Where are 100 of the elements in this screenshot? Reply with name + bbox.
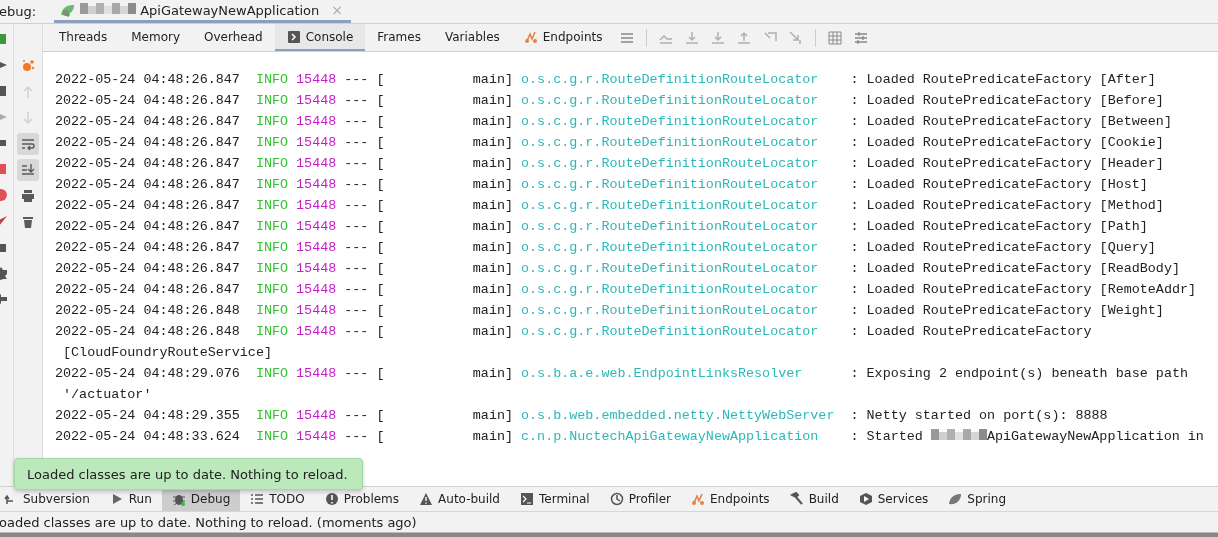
process-id: 15448 bbox=[296, 134, 338, 152]
tool-window-button[interactable]: Endpoints bbox=[680, 487, 780, 511]
log-timestamp: 2022-05-24 04:48:26.847 bbox=[55, 239, 241, 257]
process-id: 15448 bbox=[296, 176, 338, 194]
logger-name: o.s.b.web.embedded.netty.NettyWebServer bbox=[521, 407, 836, 425]
debug-label: ebug: bbox=[0, 3, 38, 21]
debugger-tab[interactable]: Threads bbox=[47, 24, 120, 51]
session-tab[interactable]: ApiGatewayNewApplication × bbox=[54, 0, 352, 23]
log-thread: --- [ main] bbox=[344, 92, 514, 110]
log-thread: --- [ main] bbox=[344, 260, 514, 278]
log-timestamp: 2022-05-24 04:48:26.847 bbox=[55, 260, 241, 278]
tool-window-button[interactable]: Terminal bbox=[510, 487, 600, 511]
process-id: 15448 bbox=[296, 239, 338, 257]
log-level: INFO bbox=[255, 155, 290, 173]
trash-icon bbox=[21, 215, 35, 229]
debugger-tab[interactable]: Variables bbox=[432, 24, 512, 51]
step-icon[interactable] bbox=[711, 30, 726, 45]
logger-name: o.s.c.g.r.RouteDefinitionRouteLocator bbox=[521, 281, 820, 299]
log-level: INFO bbox=[255, 113, 290, 131]
log-level: INFO bbox=[255, 176, 290, 194]
scroll-to-end-icon bbox=[21, 163, 35, 177]
hammer-icon bbox=[789, 492, 804, 506]
log-message: : Loaded RoutePredicateFactory [Between] bbox=[850, 114, 1172, 129]
step-icon[interactable] bbox=[685, 30, 700, 45]
table-icon[interactable] bbox=[828, 30, 843, 45]
tool-window-button[interactable]: Auto-build bbox=[409, 487, 510, 511]
process-id: 15448 bbox=[296, 113, 338, 131]
logger-name: o.s.c.g.r.RouteDefinitionRouteLocator bbox=[521, 239, 820, 257]
log-thread: --- [ main] bbox=[344, 113, 514, 131]
log-timestamp: 2022-05-24 04:48:26.847 bbox=[55, 134, 241, 152]
debugger-tab[interactable]: Endpoints bbox=[511, 24, 615, 51]
process-id: 15448 bbox=[296, 428, 338, 446]
log-thread: --- [ main] bbox=[344, 71, 514, 89]
log-timestamp: 2022-05-24 04:48:26.847 bbox=[55, 113, 241, 131]
tool-window-button[interactable]: Subversion bbox=[0, 487, 100, 511]
gutter-button[interactable] bbox=[17, 159, 39, 181]
log-thread: --- [ main] bbox=[344, 323, 514, 341]
console-icon bbox=[286, 29, 301, 44]
log-level: INFO bbox=[255, 92, 290, 110]
tool-window-button[interactable]: Profiler bbox=[599, 487, 681, 511]
notification-tooltip: Loaded classes are up to date. Nothing to reload. bbox=[14, 458, 363, 490]
process-id: 15448 bbox=[296, 281, 338, 299]
step-icon[interactable] bbox=[789, 30, 804, 45]
debugger-tab[interactable]: Frames bbox=[365, 24, 433, 51]
log-thread: --- [ main] bbox=[344, 281, 514, 299]
log-level: INFO bbox=[255, 239, 290, 257]
log-thread: --- [ main] bbox=[344, 134, 514, 152]
log-message: '/actuator' bbox=[63, 387, 152, 402]
log-message: : Netty started on port(s): 8888 bbox=[850, 408, 1108, 423]
log-thread: --- [ main] bbox=[344, 239, 514, 257]
problems-icon bbox=[324, 492, 339, 506]
logger-name: o.s.c.g.r.RouteDefinitionRouteLocator bbox=[521, 302, 820, 320]
process-id: 15448 bbox=[296, 197, 338, 215]
logger-name: o.s.c.g.r.RouteDefinitionRouteLocator bbox=[521, 92, 820, 110]
tool-window-button[interactable]: TODO bbox=[240, 487, 315, 511]
tool-window-button[interactable]: Services bbox=[848, 487, 939, 511]
process-id: 15448 bbox=[296, 92, 338, 110]
log-message: : Loaded RoutePredicateFactory [Header] bbox=[850, 156, 1164, 171]
log-message: : Loaded RoutePredicateFactory [Weight] bbox=[850, 303, 1164, 318]
gutter-button[interactable] bbox=[17, 133, 39, 155]
tool-window-button[interactable]: Run bbox=[99, 487, 162, 511]
tool-window-button[interactable]: Spring bbox=[938, 487, 1017, 511]
down-arrow-icon bbox=[21, 111, 35, 125]
process-id: 15448 bbox=[296, 260, 338, 278]
log-level: INFO bbox=[255, 407, 290, 425]
log-timestamp: 2022-05-24 04:48:26.847 bbox=[55, 197, 241, 215]
log-thread: --- [ main] bbox=[344, 218, 514, 236]
list-icon bbox=[250, 492, 265, 506]
process-id: 15448 bbox=[296, 302, 338, 320]
logger-name: o.s.c.g.r.RouteDefinitionRouteLocator bbox=[521, 197, 820, 215]
log-thread: --- [ main] bbox=[344, 365, 514, 383]
log-timestamp: 2022-05-24 04:48:29.355 bbox=[55, 407, 241, 425]
log-level: INFO bbox=[255, 302, 290, 320]
debugger-tab[interactable]: Console bbox=[274, 24, 366, 51]
dots-icon bbox=[21, 59, 35, 73]
log-message: : Loaded RoutePredicateFactory [RemoteAddr] bbox=[850, 282, 1197, 297]
log-message: : Loaded RoutePredicateFactory [Path] bbox=[850, 219, 1148, 234]
tool-window-button[interactable]: Problems bbox=[314, 487, 410, 511]
menu-icon[interactable] bbox=[620, 30, 635, 45]
log-level: INFO bbox=[255, 428, 290, 446]
process-id: 15448 bbox=[296, 407, 338, 425]
log-level: INFO bbox=[255, 323, 290, 341]
logger-name: o.s.c.g.r.RouteDefinitionRouteLocator bbox=[521, 176, 820, 194]
logger-name: o.s.c.g.r.RouteDefinitionRouteLocator bbox=[521, 260, 820, 278]
process-id: 15448 bbox=[296, 218, 338, 236]
step-icon[interactable] bbox=[737, 30, 752, 45]
logger-name: c.n.p.NuctechApiGatewayNewApplication bbox=[521, 428, 820, 446]
settings-icon[interactable] bbox=[854, 30, 869, 45]
endpoints-icon bbox=[690, 492, 705, 506]
tool-window-button[interactable]: Build bbox=[779, 487, 849, 511]
log-timestamp: 2022-05-24 04:48:26.847 bbox=[55, 155, 241, 173]
session-title: ApiGatewayNewApplication bbox=[140, 2, 320, 18]
log-level: INFO bbox=[255, 365, 290, 383]
debugger-tab[interactable]: Memory bbox=[119, 24, 193, 51]
debugger-tab[interactable]: Overhead bbox=[192, 24, 275, 51]
bug-icon bbox=[171, 492, 186, 506]
endpoints-icon bbox=[523, 29, 538, 44]
log-message: ApiGatewayNewApplication in bbox=[986, 429, 1204, 444]
log-timestamp: 2022-05-24 04:48:26.847 bbox=[55, 92, 241, 110]
process-id: 15448 bbox=[296, 71, 338, 89]
